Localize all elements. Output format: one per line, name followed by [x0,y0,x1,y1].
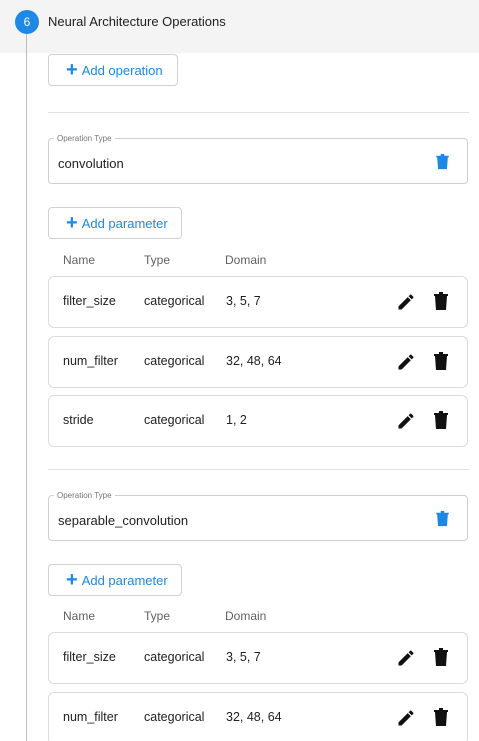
trash-icon[interactable] [434,292,448,310]
operation-type-label: Operation Type [54,133,115,144]
trash-icon[interactable] [436,154,449,170]
trash-icon[interactable] [434,352,448,370]
column-header-type: Type [144,253,171,267]
trash-icon[interactable] [434,411,448,429]
plus-icon: + [66,569,78,591]
parameter-type: categorical [144,294,205,308]
operation-type-field[interactable]: Operation Type separable_convolution [48,490,468,541]
parameter-type: categorical [144,650,205,664]
parameter-row: filter_size categorical 3, 5, 7 [48,632,468,684]
pencil-icon[interactable] [396,708,416,728]
parameter-name: num_filter [63,710,118,724]
parameter-type: categorical [144,354,205,368]
divider [48,112,469,113]
stepper-connector-line [26,34,27,741]
pencil-icon[interactable] [396,411,416,431]
divider [48,469,469,470]
trash-icon[interactable] [434,648,448,666]
step-title: Neural Architecture Operations [48,14,226,29]
add-parameter-button[interactable]: + Add parameter [48,207,182,239]
parameter-domain: 3, 5, 7 [226,294,261,308]
trash-icon[interactable] [434,708,448,726]
operation-type-label: Operation Type [54,490,115,501]
pencil-icon[interactable] [396,292,416,312]
add-parameter-button[interactable]: + Add parameter [48,564,182,596]
parameter-domain: 1, 2 [226,413,247,427]
parameter-type: categorical [144,413,205,427]
parameter-row: num_filter categorical 32, 48, 64 [48,692,468,741]
step-number-badge: 6 [15,10,39,34]
operation-type-value: separable_convolution [58,513,189,528]
parameter-row: num_filter categorical 32, 48, 64 [48,336,468,388]
operation-type-value: convolution [58,156,124,171]
add-operation-label: Add operation [81,62,163,78]
trash-icon[interactable] [436,511,449,527]
parameter-name: filter_size [63,650,116,664]
parameter-row: stride categorical 1, 2 [48,395,468,447]
operation-type-field[interactable]: Operation Type convolution [48,133,468,184]
parameter-type: categorical [144,710,205,724]
column-header-name: Name [63,609,96,623]
step-header[interactable]: 6 Neural Architecture Operations [0,0,479,53]
pencil-icon[interactable] [396,352,416,372]
parameter-row: filter_size categorical 3, 5, 7 [48,276,468,328]
parameter-name: filter_size [63,294,116,308]
add-parameter-label: Add parameter [81,215,168,231]
pencil-icon[interactable] [396,648,416,668]
column-header-name: Name [63,253,96,267]
column-header-domain: Domain [225,253,267,267]
add-operation-button[interactable]: + Add operation [48,54,178,86]
column-header-domain: Domain [225,609,267,623]
parameter-name: num_filter [63,354,118,368]
add-parameter-label: Add parameter [81,572,168,588]
column-header-type: Type [144,609,171,623]
parameter-domain: 3, 5, 7 [226,650,261,664]
parameter-domain: 32, 48, 64 [226,710,282,724]
plus-icon: + [66,59,78,81]
plus-icon: + [66,212,78,234]
parameter-name: stride [63,413,94,427]
parameter-domain: 32, 48, 64 [226,354,282,368]
